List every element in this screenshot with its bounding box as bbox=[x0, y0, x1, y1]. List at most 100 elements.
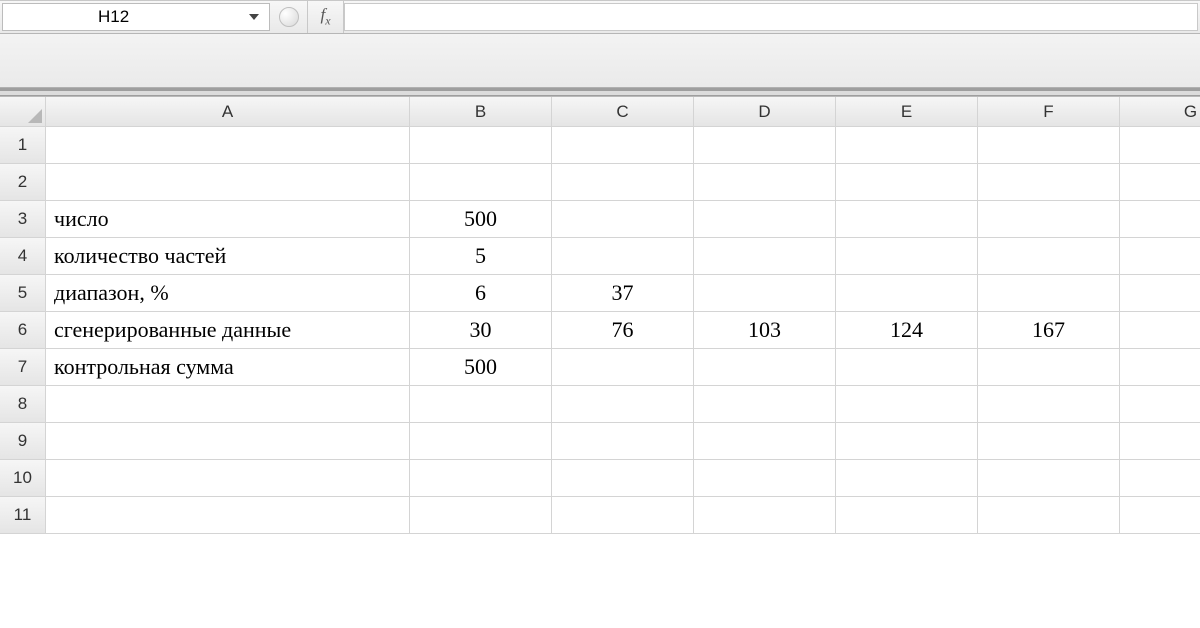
cell-C5[interactable]: 37 bbox=[552, 275, 694, 312]
cell-D8[interactable] bbox=[694, 386, 836, 423]
cell-A5[interactable]: диапазон, % bbox=[46, 275, 410, 312]
cell-G5[interactable] bbox=[1120, 275, 1200, 312]
col-header-D[interactable]: D bbox=[694, 97, 836, 127]
cell-C8[interactable] bbox=[552, 386, 694, 423]
cell-D7[interactable] bbox=[694, 349, 836, 386]
insert-function-button[interactable]: fx bbox=[308, 1, 344, 33]
cell-C10[interactable] bbox=[552, 460, 694, 497]
cell-B1[interactable] bbox=[410, 127, 552, 164]
cell-A7[interactable]: контрольная сумма bbox=[46, 349, 410, 386]
row-header-1[interactable]: 1 bbox=[0, 127, 46, 164]
row-header-4[interactable]: 4 bbox=[0, 238, 46, 275]
cell-G6[interactable] bbox=[1120, 312, 1200, 349]
cell-G3[interactable] bbox=[1120, 201, 1200, 238]
cell-B3[interactable]: 500 bbox=[410, 201, 552, 238]
cell-G2[interactable] bbox=[1120, 164, 1200, 201]
col-header-G[interactable]: G bbox=[1120, 97, 1200, 127]
formula-input[interactable] bbox=[344, 3, 1198, 31]
cell-B4[interactable]: 5 bbox=[410, 238, 552, 275]
cell-G1[interactable] bbox=[1120, 127, 1200, 164]
cell-C1[interactable] bbox=[552, 127, 694, 164]
cell-C9[interactable] bbox=[552, 423, 694, 460]
row-header-9[interactable]: 9 bbox=[0, 423, 46, 460]
cell-F6[interactable]: 167 bbox=[978, 312, 1120, 349]
circle-button-icon[interactable] bbox=[279, 7, 299, 27]
cell-G10[interactable] bbox=[1120, 460, 1200, 497]
cell-E2[interactable] bbox=[836, 164, 978, 201]
cell-A8[interactable] bbox=[46, 386, 410, 423]
row-header-8[interactable]: 8 bbox=[0, 386, 46, 423]
cell-E5[interactable] bbox=[836, 275, 978, 312]
cell-G7[interactable] bbox=[1120, 349, 1200, 386]
cell-C11[interactable] bbox=[552, 497, 694, 534]
col-header-B[interactable]: B bbox=[410, 97, 552, 127]
cell-D3[interactable] bbox=[694, 201, 836, 238]
cell-F5[interactable] bbox=[978, 275, 1120, 312]
cell-A9[interactable] bbox=[46, 423, 410, 460]
row-header-11[interactable]: 11 bbox=[0, 497, 46, 534]
row-header-7[interactable]: 7 bbox=[0, 349, 46, 386]
cell-B9[interactable] bbox=[410, 423, 552, 460]
cell-A1[interactable] bbox=[46, 127, 410, 164]
cell-A3[interactable]: число bbox=[46, 201, 410, 238]
cell-D1[interactable] bbox=[694, 127, 836, 164]
cell-F7[interactable] bbox=[978, 349, 1120, 386]
cell-B11[interactable] bbox=[410, 497, 552, 534]
cell-F4[interactable] bbox=[978, 238, 1120, 275]
cell-A6[interactable]: сгенерированные данные bbox=[46, 312, 410, 349]
cell-D9[interactable] bbox=[694, 423, 836, 460]
cell-F9[interactable] bbox=[978, 423, 1120, 460]
cell-A11[interactable] bbox=[46, 497, 410, 534]
cell-E7[interactable] bbox=[836, 349, 978, 386]
cell-E6[interactable]: 124 bbox=[836, 312, 978, 349]
row-header-2[interactable]: 2 bbox=[0, 164, 46, 201]
cell-F1[interactable] bbox=[978, 127, 1120, 164]
cell-E11[interactable] bbox=[836, 497, 978, 534]
cell-B7[interactable]: 500 bbox=[410, 349, 552, 386]
cell-D10[interactable] bbox=[694, 460, 836, 497]
cell-F8[interactable] bbox=[978, 386, 1120, 423]
name-box-dropdown-icon[interactable] bbox=[247, 10, 261, 24]
cell-B6[interactable]: 30 bbox=[410, 312, 552, 349]
cell-B2[interactable] bbox=[410, 164, 552, 201]
cell-D11[interactable] bbox=[694, 497, 836, 534]
cell-A2[interactable] bbox=[46, 164, 410, 201]
cell-B10[interactable] bbox=[410, 460, 552, 497]
cell-C2[interactable] bbox=[552, 164, 694, 201]
cell-E4[interactable] bbox=[836, 238, 978, 275]
cell-C4[interactable] bbox=[552, 238, 694, 275]
cell-A4[interactable]: количество частей bbox=[46, 238, 410, 275]
cell-B5[interactable]: 6 bbox=[410, 275, 552, 312]
cell-G11[interactable] bbox=[1120, 497, 1200, 534]
row-header-10[interactable]: 10 bbox=[0, 460, 46, 497]
cell-E10[interactable] bbox=[836, 460, 978, 497]
col-header-C[interactable]: C bbox=[552, 97, 694, 127]
row-header-5[interactable]: 5 bbox=[0, 275, 46, 312]
cell-E3[interactable] bbox=[836, 201, 978, 238]
cell-E8[interactable] bbox=[836, 386, 978, 423]
name-box[interactable]: H12 bbox=[2, 3, 270, 31]
cell-D4[interactable] bbox=[694, 238, 836, 275]
cell-D5[interactable] bbox=[694, 275, 836, 312]
cell-F10[interactable] bbox=[978, 460, 1120, 497]
cell-C3[interactable] bbox=[552, 201, 694, 238]
cell-F11[interactable] bbox=[978, 497, 1120, 534]
cell-F2[interactable] bbox=[978, 164, 1120, 201]
cell-C7[interactable] bbox=[552, 349, 694, 386]
cell-G4[interactable] bbox=[1120, 238, 1200, 275]
cell-D6[interactable]: 103 bbox=[694, 312, 836, 349]
cell-F3[interactable] bbox=[978, 201, 1120, 238]
cell-E1[interactable] bbox=[836, 127, 978, 164]
cell-G9[interactable] bbox=[1120, 423, 1200, 460]
cell-D2[interactable] bbox=[694, 164, 836, 201]
select-all-button[interactable] bbox=[0, 97, 46, 127]
row-header-3[interactable]: 3 bbox=[0, 201, 46, 238]
cell-E9[interactable] bbox=[836, 423, 978, 460]
col-header-A[interactable]: A bbox=[46, 97, 410, 127]
col-header-E[interactable]: E bbox=[836, 97, 978, 127]
cell-B8[interactable] bbox=[410, 386, 552, 423]
row-header-6[interactable]: 6 bbox=[0, 312, 46, 349]
cell-C6[interactable]: 76 bbox=[552, 312, 694, 349]
col-header-F[interactable]: F bbox=[978, 97, 1120, 127]
cell-G8[interactable] bbox=[1120, 386, 1200, 423]
